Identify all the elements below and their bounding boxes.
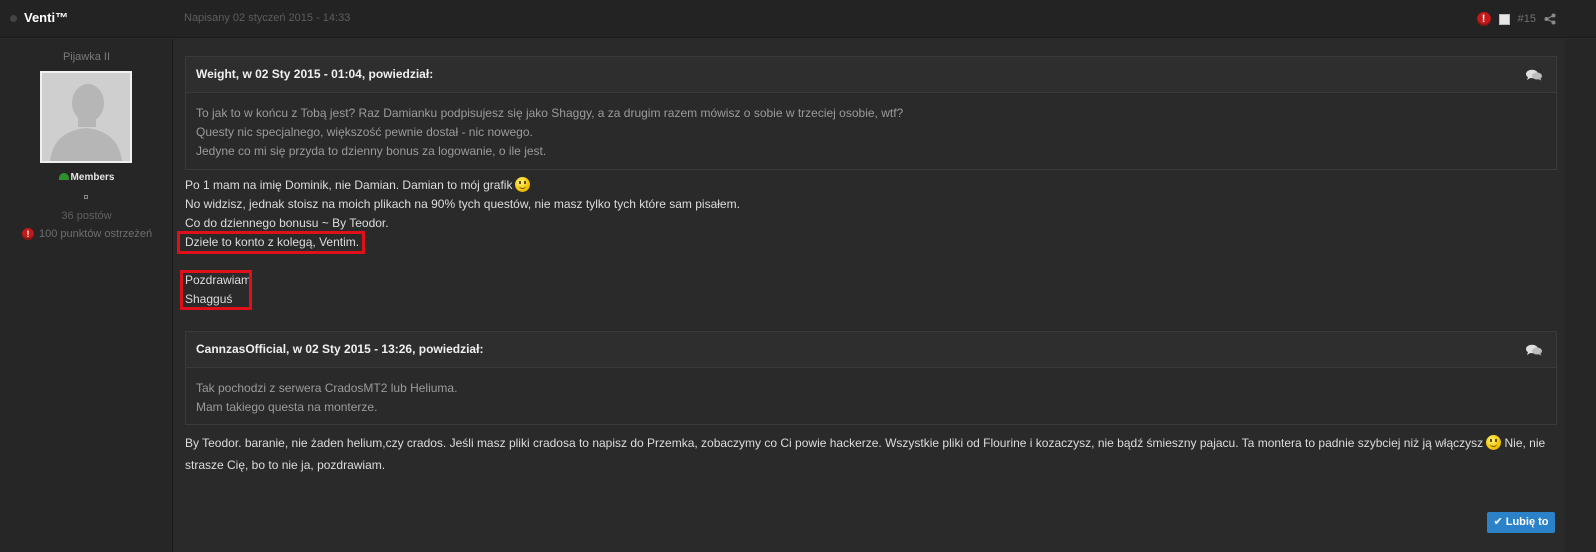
avatar[interactable] — [40, 71, 132, 163]
reply-line — [185, 252, 740, 271]
quote-line: Mam takiego questa na monterze. — [196, 400, 378, 414]
quote-citation: CannzasOfficial, w 02 Sty 2015 - 13:26, … — [196, 342, 484, 356]
reply-line-text: Po 1 mam na imię Dominik, nie Damian. Da… — [185, 178, 513, 192]
quote-body: Tak pochodzi z serwera CradosMT2 lub Hel… — [186, 368, 1556, 417]
post-content: Weight, w 02 Sty 2015 - 01:04, powiedzia… — [173, 39, 1565, 552]
speech-bubbles-icon[interactable] — [1526, 344, 1542, 356]
member-group-label: Members — [70, 172, 115, 183]
right-gutter — [1565, 39, 1596, 552]
reply-line: No widzisz, jednak stoisz na moich plika… — [185, 197, 740, 211]
post-actions: ! #15 — [1476, 11, 1556, 27]
reply-line: By Teodor. baranie, nie żaden helium,czy… — [185, 432, 1545, 454]
quote-citation: Weight, w 02 Sty 2015 - 01:04, powiedzia… — [196, 67, 434, 81]
quote-line: To jak to w końcu z Tobą jest? Raz Damia… — [196, 106, 904, 120]
highlight-box — [177, 231, 365, 254]
warning-points-label: 100 punktów ostrzeżeń — [39, 228, 153, 240]
smiley-icon — [1486, 435, 1502, 450]
quote-block: CannzasOfficial, w 02 Sty 2015 - 13:26, … — [185, 331, 1557, 425]
report-warning-icon[interactable]: ! — [1476, 12, 1491, 26]
author-name-link[interactable]: Venti™ — [24, 10, 68, 25]
offline-status-icon — [10, 15, 17, 22]
quote-header: Weight, w 02 Sty 2015 - 01:04, powiedzia… — [186, 57, 1556, 93]
reply-line: strasze Cię, bo to nie ja, pozdrawiam. — [185, 458, 386, 472]
speech-bubbles-icon[interactable] — [1526, 69, 1542, 81]
member-group: Members — [0, 172, 173, 183]
quote-line: Tak pochodzi z serwera CradosMT2 lub Hel… — [196, 381, 458, 395]
post-header-bar: Venti™ Napisany 02 styczeń 2015 - 14:33 … — [0, 0, 1596, 38]
select-post-checkbox[interactable] — [1498, 13, 1510, 25]
reply-line: Po 1 mam na imię Dominik, nie Damian. Da… — [185, 176, 740, 195]
quote-line: Questy nic specjalnego, większość pewnie… — [196, 125, 533, 139]
share-icon[interactable] — [1544, 13, 1556, 25]
member-rank: Pijawka II — [62, 51, 111, 63]
reply-line: Pozdrawiam — [185, 273, 252, 287]
quote-block: Weight, w 02 Sty 2015 - 01:04, powiedzia… — [185, 56, 1557, 170]
post-count: 36 postów — [61, 210, 112, 222]
post-date: Napisany 02 styczeń 2015 - 14:33 — [184, 12, 351, 24]
quote-line: Jedyne co mi się przyda to dzienny bonus… — [196, 144, 547, 158]
default-avatar-silhouette-icon — [42, 73, 130, 161]
quote-body: To jak to w końcu z Tobą jest? Raz Damia… — [186, 93, 1556, 161]
author-sidebar: Pijawka II Members 36 postów ! 100 punkt… — [0, 39, 173, 552]
quote-header: CannzasOfficial, w 02 Sty 2015 - 13:26, … — [186, 332, 1556, 368]
reply-text: By Teodor. baranie, nie żaden helium,czy… — [185, 432, 1545, 476]
reply-line-text: By Teodor. baranie, nie żaden helium,czy… — [185, 436, 1484, 450]
reply-line-text: Nie, nie — [1504, 436, 1546, 450]
warning-points[interactable]: ! 100 punktów ostrzeżeń — [22, 228, 152, 240]
warning-icon: ! — [22, 228, 34, 240]
reply-line: Shagguś — [185, 292, 233, 306]
rank-pip-icon — [84, 195, 88, 199]
post-number-link[interactable]: #15 — [1518, 13, 1536, 25]
highlight-box — [180, 270, 252, 310]
smiley-icon — [515, 177, 531, 192]
like-button[interactable]: ✔ Lubię to — [1487, 512, 1555, 533]
members-group-icon — [58, 173, 69, 180]
